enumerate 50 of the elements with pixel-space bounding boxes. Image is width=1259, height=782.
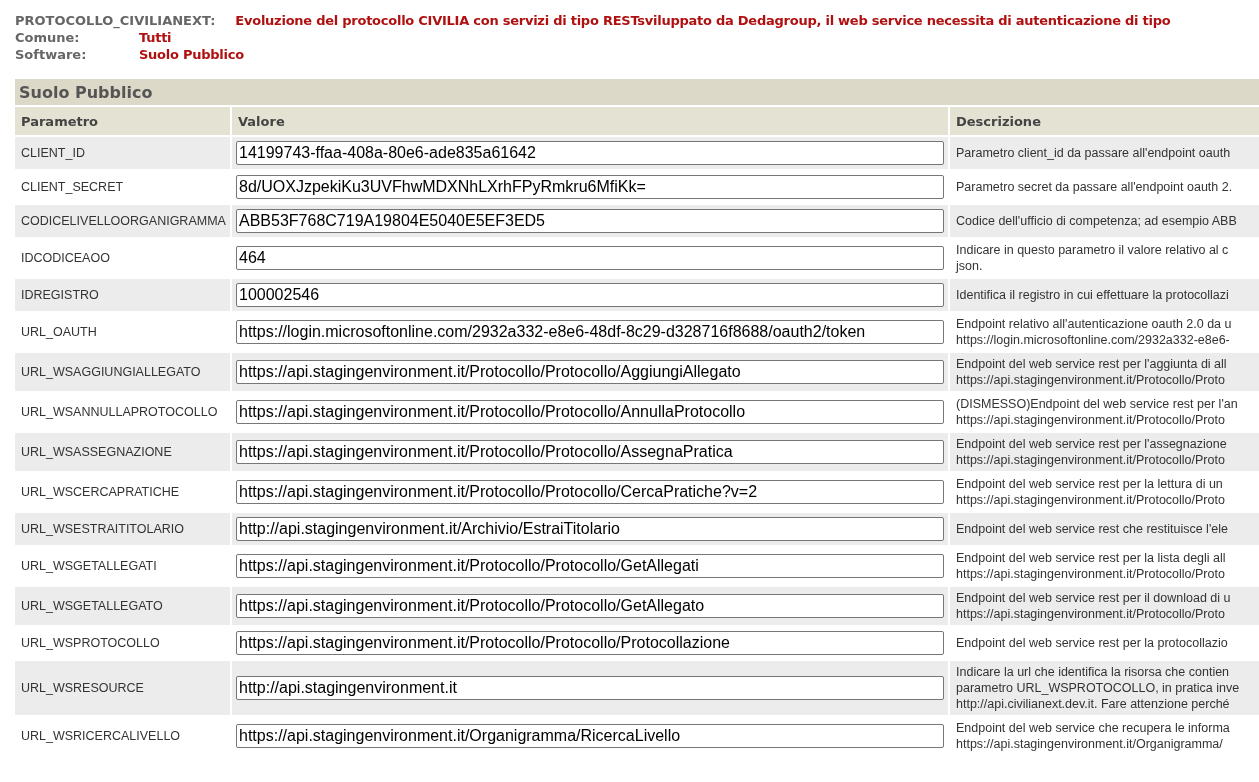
- description-text: Identifica il registro in cui effettuare la protocollazi: [956, 287, 1229, 303]
- value-input[interactable]: 464: [236, 246, 944, 270]
- value-input[interactable]: https://login.microsoftonline.com/2932a332-e8e6-48df-8c29-d328716f8688/oauth2/token: [236, 320, 944, 344]
- description-text: Endpoint del web service rest per la lettura di un https://api.stagingenvironment.it/Protocollo/Proto: [956, 476, 1225, 508]
- info-label: PROTOCOLLO_CIVILIANEXT:: [15, 12, 216, 29]
- parameter-cell: URL_WSASSEGNAZIONE: [15, 433, 230, 471]
- description-text: Parametro secret da passare all'endpoint oauth 2.: [956, 179, 1233, 195]
- description-text: Endpoint del web service rest per la protocollazio: [956, 635, 1228, 651]
- description-text: (DISMESSO)Endpoint del web service rest per l'an https://api.stagingenvironment.it/Protocollo/Proto: [956, 396, 1238, 428]
- info-value: Evoluzione del protocollo CIVILIA con servizi di tipo RESTsviluppato da Dedagroup, il web service necessita di autenticazione di tipo: [235, 12, 1171, 29]
- description-text: Endpoint del web service rest che restituisce l'ele: [956, 521, 1228, 537]
- parameter-cell: URL_WSRESOURCE: [15, 661, 230, 715]
- description-text: Codice dell'ufficio di competenza; ad esempio ABB: [956, 213, 1237, 229]
- value-input[interactable]: https://api.stagingenvironment.it/Protocollo/Protocollo/GetAllegati: [236, 554, 944, 578]
- value-input[interactable]: 8d/UOXJzpekiKu3UVFhwMDXNhLXrhFPyRmkru6MfiKk=: [236, 175, 944, 199]
- value-input[interactable]: ABB53F768C719A19804E5040E5EF3ED5: [236, 209, 944, 233]
- info-label: Software:: [15, 46, 88, 63]
- description-text: Endpoint relativo all'autenticazione oauth 2.0 da u https://login.microsoftonline.com/2932a332-e8e6-: [956, 316, 1232, 348]
- info-label: Comune:: [15, 29, 81, 46]
- parameter-cell: CODICELIVELLOORGANIGRAMMA: [15, 205, 230, 237]
- parameter-cell: CLIENT_ID: [15, 137, 230, 169]
- description-text: Indicare la url che identifica la risorsa che contien parametro URL_WSPROTOCOLLO, in pratica inve http://api.civilianext.dev.it. Fare attenzione perché: [956, 664, 1240, 712]
- parameter-cell: URL_WSESTRAITITOLARIO: [15, 513, 230, 545]
- section-title: Suolo Pubblico: [15, 79, 1259, 105]
- value-input[interactable]: https://api.stagingenvironment.it/Protocollo/Protocollo/AssegnaPratica: [236, 440, 944, 464]
- value-input[interactable]: http://api.stagingenvironment.it: [236, 676, 944, 700]
- value-input[interactable]: https://api.stagingenvironment.it/Protocollo/Protocollo/Protocollazione: [236, 631, 944, 655]
- value-input[interactable]: https://api.stagingenvironment.it/Protocollo/Protocollo/AnnullaProtocollo: [236, 400, 944, 424]
- parameter-cell: URL_WSAGGIUNGIALLEGATO: [15, 353, 230, 391]
- value-input[interactable]: http://api.stagingenvironment.it/Archivio/EstraiTitolario: [236, 517, 944, 541]
- description-text: Endpoint del web service rest per la lista degli all https://api.stagingenvironment.it/Protocollo/Proto: [956, 550, 1226, 582]
- value-input[interactable]: https://api.stagingenvironment.it/Protocollo/Protocollo/GetAllegato: [236, 594, 944, 618]
- value-input[interactable]: https://api.stagingenvironment.it/Protocollo/Protocollo/AggiungiAllegato: [236, 360, 944, 384]
- parameter-cell: IDREGISTRO: [15, 279, 230, 311]
- column-header: Parametro: [15, 107, 230, 135]
- parameter-cell: URL_WSGETALLEGATO: [15, 587, 230, 625]
- description-text: Indicare in questo parametro il valore relativo al c json.: [956, 242, 1229, 274]
- description-text: Parametro client_id da passare all'endpoint oauth: [956, 145, 1231, 161]
- description-text: Endpoint del web service rest per l'aggiunta di all https://api.stagingenvironment.it/Protocollo/Proto: [956, 356, 1227, 388]
- description-text: Endpoint del web service che recupera le informa https://api.stagingenvironment.it/Organigramma/: [956, 720, 1230, 752]
- value-input[interactable]: https://api.stagingenvironment.it/Organigramma/RicercaLivello: [236, 724, 944, 748]
- description-text: Endpoint del web service rest per il download di u https://api.stagingenvironment.it/Protocollo/Proto: [956, 590, 1231, 622]
- value-input[interactable]: 100002546: [236, 283, 944, 307]
- description-text: Endpoint del web service rest per l'assegnazione https://api.stagingenvironment.it/Protocollo/Proto: [956, 436, 1227, 468]
- value-input[interactable]: 14199743-ffaa-408a-80e6-ade835a61642: [236, 141, 944, 165]
- info-value: Suolo Pubblico: [139, 46, 244, 63]
- value-input[interactable]: https://api.stagingenvironment.it/Protocollo/Protocollo/CercaPratiche?v=2: [236, 480, 944, 504]
- column-header: Descrizione: [950, 107, 1259, 135]
- info-value: Tutti: [139, 29, 172, 46]
- column-header: Valore: [232, 107, 948, 135]
